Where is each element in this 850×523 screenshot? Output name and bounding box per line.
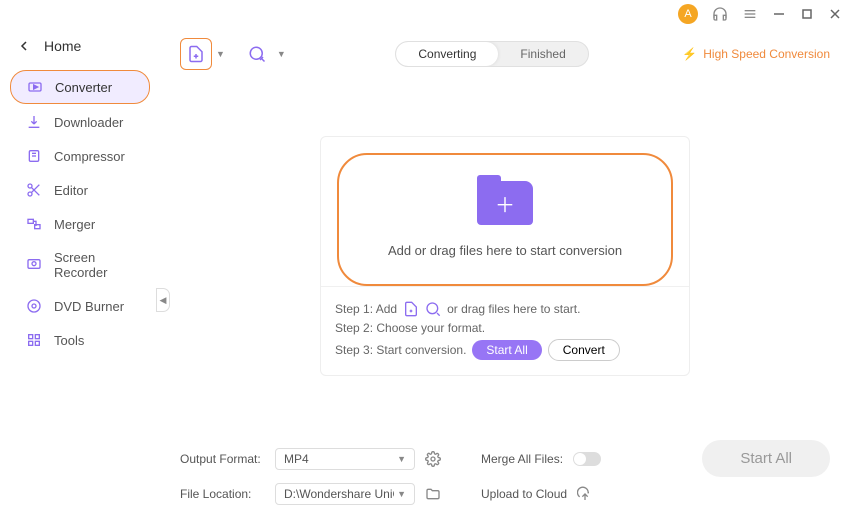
sidebar: Home Converter Downloader Compressor Edi…	[0, 28, 160, 523]
maximize-button[interactable]	[800, 7, 814, 21]
sidebar-item-merger[interactable]: Merger	[10, 208, 150, 240]
add-url-dropdown-icon[interactable]: ▼	[277, 49, 286, 59]
cloud-icon[interactable]	[577, 486, 593, 502]
converter-icon	[27, 79, 43, 95]
sidebar-item-label: Tools	[54, 333, 84, 348]
tab-converting[interactable]: Converting	[396, 42, 498, 66]
output-format-label: Output Format:	[180, 452, 265, 466]
add-file-button[interactable]	[180, 38, 212, 70]
sidebar-item-compressor[interactable]: Compressor	[10, 140, 150, 172]
footer: Output Format: MP4 ▼ Merge All Files: St…	[180, 414, 830, 511]
start-all-button[interactable]: Start All	[702, 440, 830, 477]
merge-toggle[interactable]	[573, 452, 601, 466]
sidebar-item-dvd-burner[interactable]: DVD Burner	[10, 290, 150, 322]
step2-label: Step 2: Choose your format.	[335, 321, 485, 335]
close-button[interactable]	[828, 7, 842, 21]
compressor-icon	[26, 148, 42, 164]
sidebar-item-label: DVD Burner	[54, 299, 124, 314]
drop-text: Add or drag files here to start conversi…	[388, 243, 622, 258]
sidebar-item-label: Downloader	[54, 115, 123, 130]
screen-recorder-icon	[26, 257, 42, 273]
start-all-small-button[interactable]: Start All	[472, 340, 541, 360]
caret-down-icon: ▼	[397, 489, 406, 499]
add-url-button[interactable]	[241, 38, 273, 70]
sidebar-item-label: Converter	[55, 80, 112, 95]
collapse-sidebar-icon[interactable]: ◀	[156, 288, 170, 312]
high-speed-conversion-button[interactable]: ⚡ High Speed Conversion	[682, 47, 830, 61]
settings-gear-icon[interactable]	[425, 451, 441, 467]
menu-icon[interactable]	[742, 6, 758, 22]
scissors-icon	[26, 182, 42, 198]
back-icon[interactable]	[20, 41, 30, 51]
sidebar-item-editor[interactable]: Editor	[10, 174, 150, 206]
sidebar-item-screen-recorder[interactable]: Screen Recorder	[10, 242, 150, 288]
caret-down-icon: ▼	[397, 454, 406, 464]
status-tabs: Converting Finished	[395, 41, 588, 67]
merger-icon	[26, 216, 42, 232]
bolt-icon: ⚡	[682, 47, 697, 61]
folder-plus-icon: ＋	[477, 181, 533, 225]
output-format-select[interactable]: MP4 ▼	[275, 448, 415, 470]
sidebar-item-label: Compressor	[54, 149, 125, 164]
step1-label-b: or drag files here to start.	[447, 302, 580, 316]
merge-label: Merge All Files:	[481, 452, 563, 466]
steps: Step 1: Add or drag files here to start.…	[321, 286, 689, 375]
minimize-button[interactable]	[772, 7, 786, 21]
step3-label: Step 3: Start conversion.	[335, 343, 466, 357]
headset-icon[interactable]	[712, 6, 728, 22]
grid-icon	[26, 332, 42, 348]
upload-cloud-label: Upload to Cloud	[481, 487, 567, 501]
sidebar-item-label: Screen Recorder	[54, 250, 134, 280]
output-format-value: MP4	[284, 452, 309, 466]
sidebar-item-tools[interactable]: Tools	[10, 324, 150, 356]
disc-icon	[26, 298, 42, 314]
avatar[interactable]: A	[678, 4, 698, 24]
drop-area: ＋ Add or drag files here to start conver…	[320, 136, 690, 376]
drop-zone[interactable]: ＋ Add or drag files here to start conver…	[337, 153, 673, 286]
download-icon	[26, 114, 42, 130]
file-location-value: D:\Wondershare UniConverter 1	[284, 487, 394, 501]
sidebar-item-downloader[interactable]: Downloader	[10, 106, 150, 138]
sidebar-item-label: Editor	[54, 183, 88, 198]
file-location-select[interactable]: D:\Wondershare UniConverter 1 ▼	[275, 483, 415, 505]
add-file-dropdown-icon[interactable]: ▼	[216, 49, 225, 59]
sidebar-item-label: Merger	[54, 217, 95, 232]
toolbar: ▼ ▼ Converting Finished ⚡ High Speed Con…	[180, 32, 830, 76]
folder-open-icon[interactable]	[425, 486, 441, 502]
file-plus-icon[interactable]	[403, 301, 419, 317]
step1-label-a: Step 1: Add	[335, 302, 397, 316]
convert-button[interactable]: Convert	[548, 339, 620, 361]
home-title[interactable]: Home	[44, 38, 81, 54]
hsc-label: High Speed Conversion	[703, 47, 830, 61]
file-location-label: File Location:	[180, 487, 265, 501]
sidebar-item-converter[interactable]: Converter	[10, 70, 150, 104]
disc-plus-icon[interactable]	[425, 301, 441, 317]
tab-finished[interactable]: Finished	[498, 42, 587, 66]
